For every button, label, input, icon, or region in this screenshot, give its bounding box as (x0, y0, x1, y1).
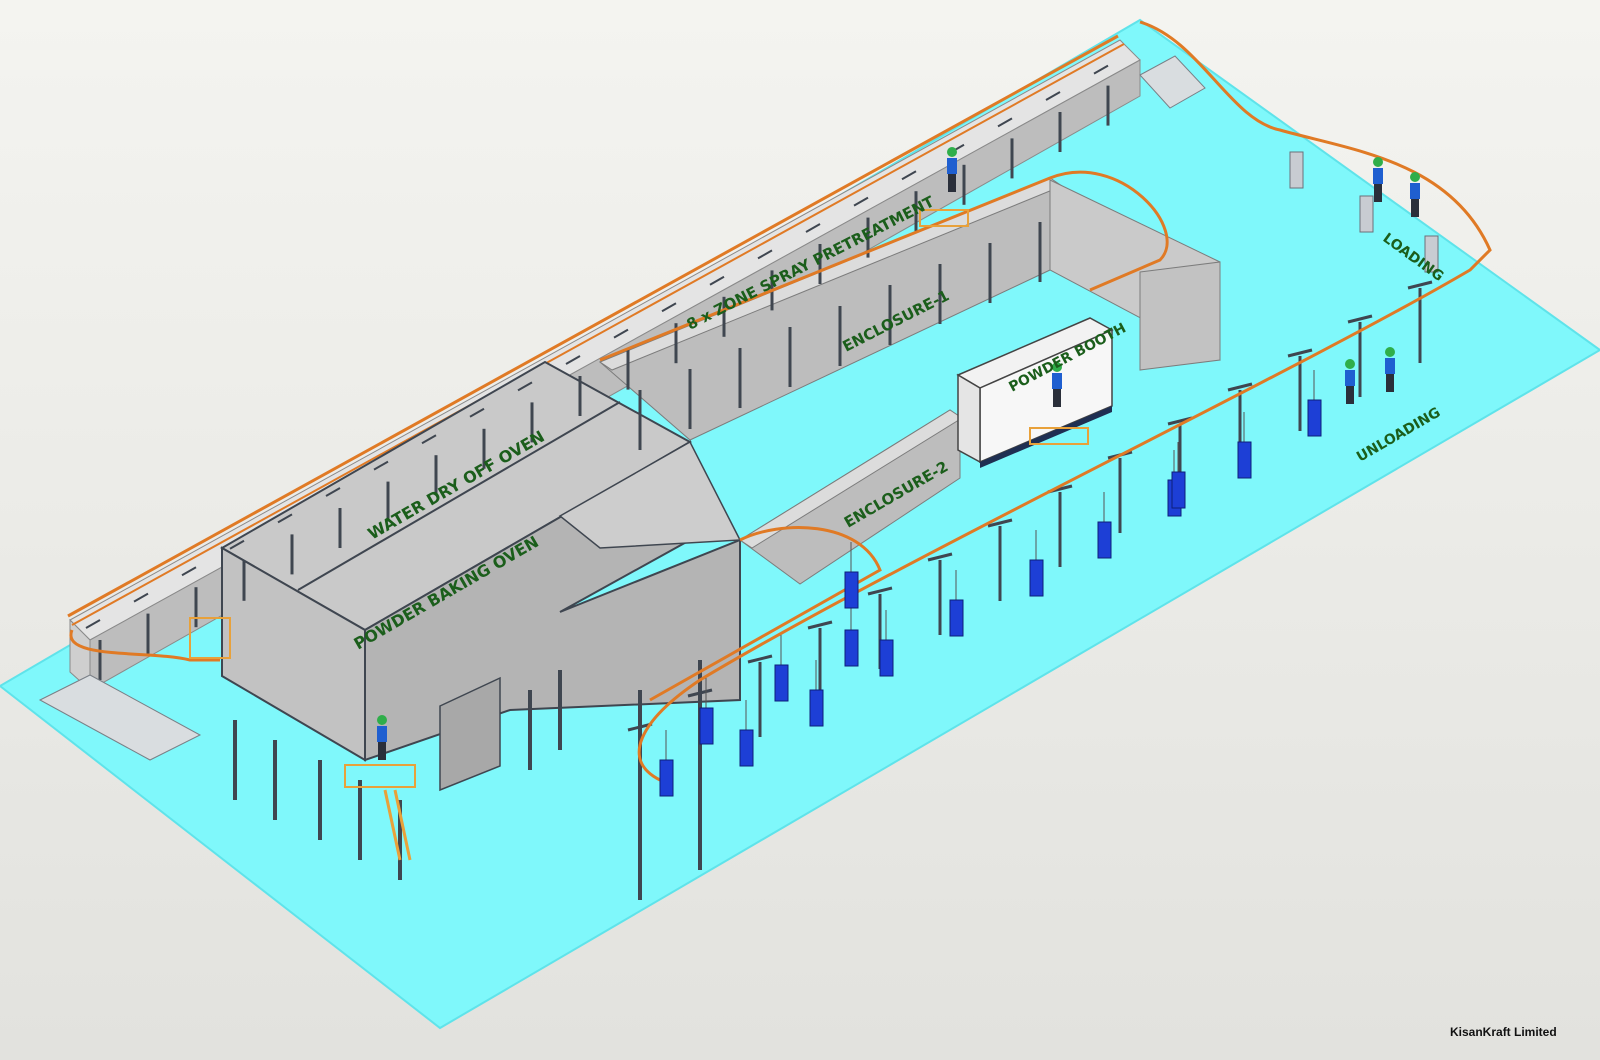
hanging-part (1097, 521, 1112, 559)
worker-legs (378, 742, 386, 760)
hanging-part (844, 629, 859, 667)
hanging-part-unpainted (1289, 151, 1304, 189)
hanging-part (949, 599, 964, 637)
worker-body (1052, 373, 1062, 389)
hanging-part (774, 664, 789, 702)
worker-body (1410, 183, 1420, 199)
hanging-part (659, 759, 674, 797)
worker-legs (1346, 386, 1354, 404)
worker-head (1345, 359, 1355, 369)
worker-body (1385, 358, 1395, 374)
hanging-part-unpainted (1359, 195, 1374, 233)
worker-legs (1374, 184, 1382, 202)
hanging-part (1307, 399, 1322, 437)
hanging-part (1237, 441, 1252, 479)
worker-head (1385, 347, 1395, 357)
hanging-part (739, 729, 754, 767)
worker-head (947, 147, 957, 157)
hanging-part (879, 639, 894, 677)
layout-drawing: 8 x ZONE SPRAY PRETREATMENT ENCLOSURE-1 … (0, 0, 1600, 1060)
credit-text: KisanKraft Limited (1450, 1025, 1557, 1039)
worker-body (377, 726, 387, 742)
hanging-part (699, 707, 714, 745)
worker-body (1345, 370, 1355, 386)
hanging-part (809, 689, 824, 727)
hanging-part (844, 571, 859, 609)
worker-head (377, 715, 387, 725)
worker-body (947, 158, 957, 174)
worker-legs (1386, 374, 1394, 392)
worker-body (1373, 168, 1383, 184)
plant-layout-diagram: 8 x ZONE SPRAY PRETREATMENT ENCLOSURE-1 … (0, 0, 1600, 1060)
hanging-part (1171, 471, 1186, 509)
worker-legs (1411, 199, 1419, 217)
worker-legs (948, 174, 956, 192)
worker-head (1410, 172, 1420, 182)
hanging-part (1029, 559, 1044, 597)
worker-legs (1053, 389, 1061, 407)
worker-head (1373, 157, 1383, 167)
